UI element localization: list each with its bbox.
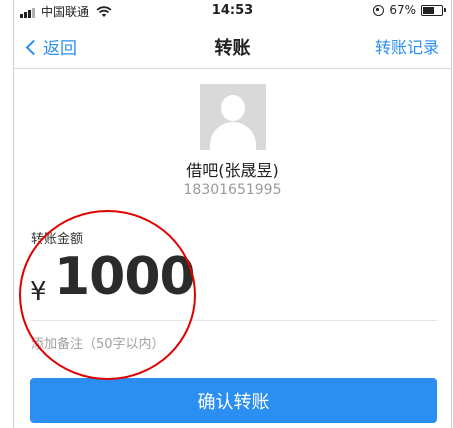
transfer-records-link[interactable]: 转账记录: [375, 34, 439, 58]
currency-symbol: ¥: [30, 277, 47, 307]
recipient-phone: 18301651995: [183, 182, 282, 198]
avatar-head-shape: [221, 95, 245, 121]
battery-percent: 67%: [389, 3, 416, 17]
battery-icon: [421, 4, 446, 16]
amount-input[interactable]: 1000: [54, 247, 196, 307]
amount-label: 转账金额: [31, 232, 84, 247]
status-bar: 中国联通 14:53 67%: [14, 0, 451, 22]
orientation-lock-icon: [373, 4, 385, 16]
phone-screen: 中国联通 14:53 67% 返回 转账 转账记录 借吧(张晟昱) 183016…: [13, 0, 452, 428]
remark-input[interactable]: 添加备注（50字以内）: [31, 333, 165, 352]
status-right: 67%: [373, 3, 446, 17]
back-button[interactable]: 返回: [25, 34, 77, 59]
chevron-left-icon: [25, 39, 42, 55]
confirm-transfer-button[interactable]: 确认转账: [30, 378, 437, 423]
back-label: 返回: [43, 39, 77, 59]
nav-bar: 返回 转账 转账记录: [14, 22, 451, 69]
recipient-name: 借吧(张晟昱): [186, 161, 279, 180]
amount-divider: [31, 320, 437, 321]
avatar: [200, 84, 266, 150]
avatar-body-shape: [210, 122, 256, 150]
